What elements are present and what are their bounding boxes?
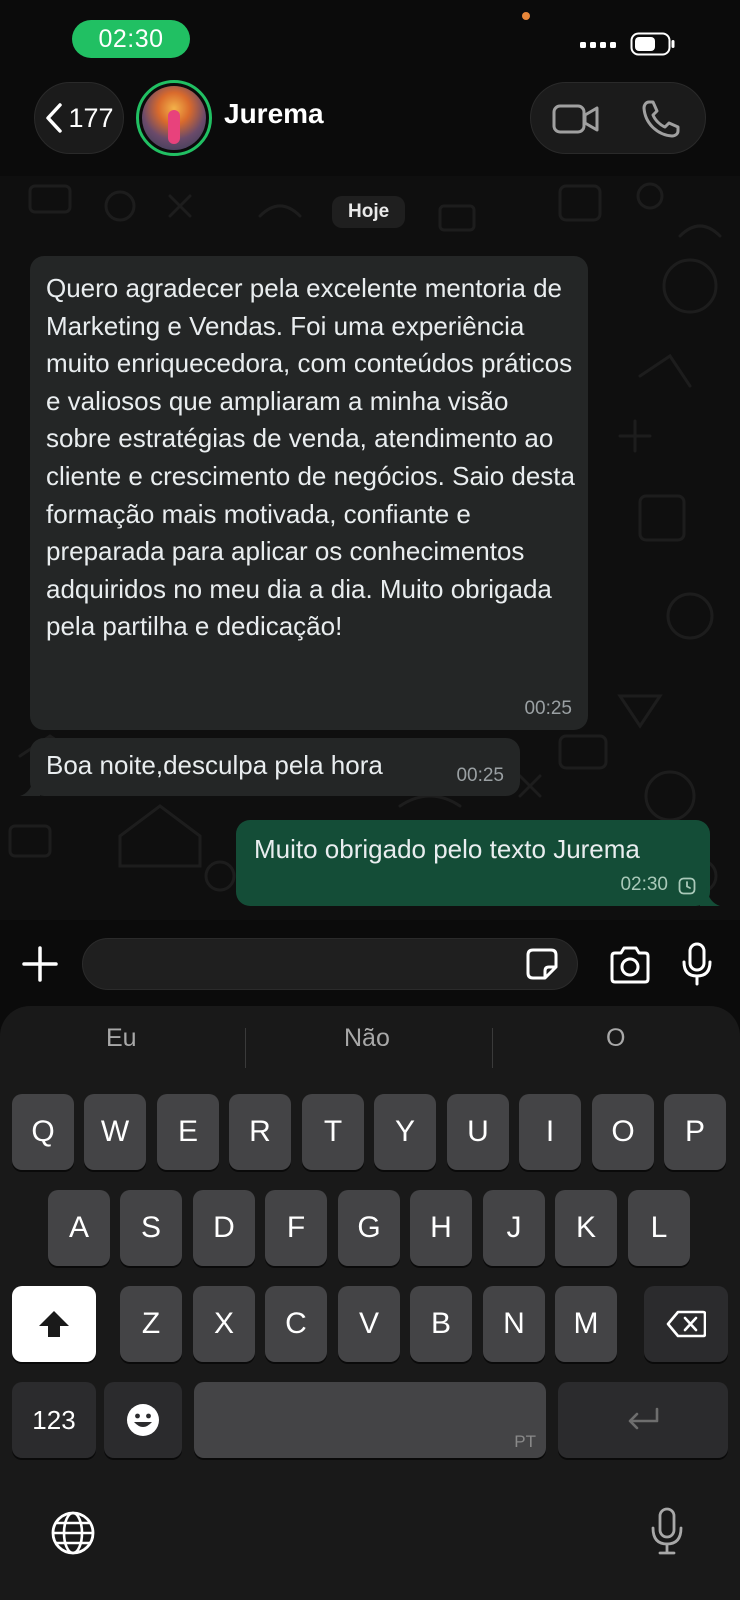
key-v[interactable]: V	[338, 1286, 400, 1362]
key-k[interactable]: K	[555, 1190, 617, 1266]
shift-icon	[39, 1311, 69, 1337]
message-time: 00:25	[456, 765, 504, 786]
status-time: 02:30	[72, 20, 190, 58]
call-buttons	[530, 82, 706, 154]
key-r[interactable]: R	[229, 1094, 291, 1170]
battery-icon	[630, 32, 675, 56]
key-z[interactable]: Z	[120, 1286, 182, 1362]
video-camera-icon[interactable]	[551, 99, 601, 139]
key-x[interactable]: X	[193, 1286, 255, 1362]
key-g[interactable]: G	[338, 1190, 400, 1266]
return-key[interactable]	[558, 1382, 728, 1458]
key-w[interactable]: W	[84, 1094, 146, 1170]
message-text: Boa noite,desculpa pela hora	[46, 750, 383, 780]
key-i[interactable]: I	[519, 1094, 581, 1170]
suggestion-1[interactable]: Eu	[106, 1024, 137, 1053]
message-input[interactable]	[82, 938, 578, 990]
phone-icon[interactable]	[639, 97, 683, 141]
message-composer	[0, 920, 740, 1006]
bubble-tail	[20, 776, 40, 796]
keyboard: Eu Não O Q W E R T Y U I O P A S D F G H…	[0, 1006, 740, 1600]
key-b[interactable]: B	[410, 1286, 472, 1362]
pending-clock-icon	[678, 877, 696, 895]
suggestion-2[interactable]: Não	[344, 1024, 390, 1053]
back-button[interactable]: 177	[34, 82, 124, 154]
dictation-mic-icon[interactable]	[650, 1506, 684, 1556]
key-j[interactable]: J	[483, 1190, 545, 1266]
microphone-icon[interactable]	[680, 942, 714, 986]
suggestion-divider	[492, 1028, 493, 1068]
message-text: Muito obrigado pelo texto Jurema	[254, 834, 640, 864]
incoming-message[interactable]: Boa noite,desculpa pela hora 00:25	[20, 738, 520, 796]
plus-icon[interactable]	[20, 944, 60, 984]
return-icon	[628, 1407, 659, 1430]
suggestion-divider	[245, 1028, 246, 1068]
key-a[interactable]: A	[48, 1190, 110, 1266]
bubble-tail	[700, 886, 720, 906]
status-bar: 02:30	[0, 0, 740, 76]
key-m[interactable]: M	[555, 1286, 617, 1362]
avatar-photo	[142, 86, 206, 150]
outgoing-message[interactable]: Muito obrigado pelo texto Jurema 02:30	[236, 820, 720, 906]
chevron-left-icon	[46, 103, 63, 133]
globe-icon[interactable]	[50, 1510, 96, 1556]
contact-name[interactable]: Jurema	[224, 98, 324, 130]
contact-avatar[interactable]	[136, 80, 212, 156]
signal-icon	[580, 42, 616, 48]
key-u[interactable]: U	[447, 1094, 509, 1170]
keyboard-language: PT	[514, 1432, 536, 1451]
delete-key[interactable]	[644, 1286, 728, 1362]
message-time: 00:25	[524, 698, 572, 719]
message-text: Quero agradecer pela excelente mentoria …	[46, 273, 575, 642]
numbers-key[interactable]: 123	[12, 1382, 96, 1458]
key-t[interactable]: T	[302, 1094, 364, 1170]
key-d[interactable]: D	[193, 1190, 255, 1266]
key-q[interactable]: Q	[12, 1094, 74, 1170]
unread-count: 177	[68, 102, 114, 133]
key-l[interactable]: L	[628, 1190, 690, 1266]
shift-key[interactable]	[12, 1286, 96, 1362]
key-n[interactable]: N	[483, 1286, 545, 1362]
emoji-key[interactable]	[104, 1382, 182, 1458]
suggestion-3[interactable]: O	[606, 1024, 625, 1053]
key-o[interactable]: O	[592, 1094, 654, 1170]
date-separator: Hoje	[332, 196, 406, 228]
backspace-icon	[666, 1310, 706, 1338]
chat-header: 177 Jurema	[0, 76, 740, 176]
key-h[interactable]: H	[410, 1190, 472, 1266]
key-f[interactable]: F	[265, 1190, 327, 1266]
key-y[interactable]: Y	[374, 1094, 436, 1170]
key-s[interactable]: S	[120, 1190, 182, 1266]
chat-area[interactable]: Hoje Quero agradecer pela excelente ment…	[0, 176, 740, 920]
key-c[interactable]: C	[265, 1286, 327, 1362]
emoji-icon	[127, 1404, 159, 1436]
space-key[interactable]: PT	[194, 1382, 546, 1458]
key-e[interactable]: E	[157, 1094, 219, 1170]
privacy-indicator-dot	[522, 12, 530, 20]
camera-icon[interactable]	[608, 946, 652, 984]
key-p[interactable]: P	[664, 1094, 726, 1170]
suggestion-bar: Eu Não O	[0, 1006, 740, 1068]
incoming-message[interactable]: Quero agradecer pela excelente mentoria …	[30, 256, 588, 730]
message-time: 02:30	[620, 874, 668, 895]
sticker-icon[interactable]	[525, 947, 559, 981]
